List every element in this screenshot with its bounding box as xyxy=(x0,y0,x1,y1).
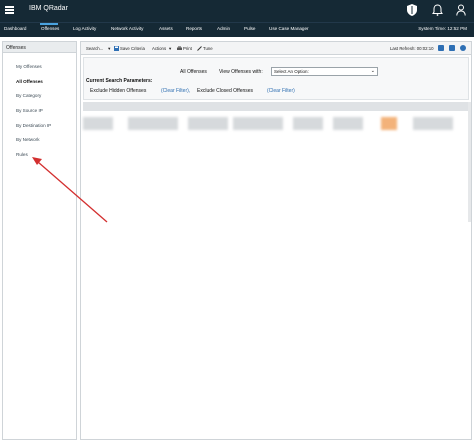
offenses-sidebar: Offenses My Offenses All Offenses By Cat… xyxy=(2,41,77,440)
chevron-down-icon: ▼ xyxy=(168,46,173,51)
sidebar-item-by-category[interactable]: By Category xyxy=(16,93,41,98)
current-search-parameters-label: Current Search Parameters: xyxy=(86,78,153,84)
save-criteria-button[interactable]: Save Criteria xyxy=(114,46,145,51)
exclude-hidden-filter: Exclude Hidden Offenses xyxy=(90,88,147,94)
sidebar-item-by-destination-ip[interactable]: By Destination IP xyxy=(16,123,51,128)
print-button[interactable]: Print xyxy=(177,46,192,51)
search-criteria-panel: All Offenses View Offenses with: Select … xyxy=(83,57,469,100)
last-refresh: Last Refresh: 00:02:10 xyxy=(390,46,434,51)
tab-dashboard[interactable]: Dashboard xyxy=(4,26,26,31)
tab-offenses[interactable]: Offenses xyxy=(41,26,59,31)
save-icon xyxy=(114,46,119,51)
hamburger-icon[interactable] xyxy=(5,6,14,14)
actions-dropdown[interactable]: Actions ▼ xyxy=(152,46,172,51)
tab-reports[interactable]: Reports xyxy=(186,26,202,31)
sidebar-item-by-network[interactable]: By Network xyxy=(16,137,40,142)
table-row[interactable] xyxy=(83,115,469,134)
bell-icon[interactable] xyxy=(430,3,444,17)
clear-filter-link-hidden[interactable]: (Clear Filter), xyxy=(161,88,190,94)
select-value: Select An Option: xyxy=(274,69,309,74)
sidebar-item-all-offenses[interactable]: All Offenses xyxy=(16,79,43,84)
search-dropdown[interactable]: Search... ▼ xyxy=(86,46,111,51)
tune-label: Tune xyxy=(203,46,213,51)
actions-label: Actions xyxy=(152,46,167,51)
toolbar: Search... ▼ Save Criteria Actions ▼ Prin… xyxy=(81,42,471,55)
help-icon[interactable] xyxy=(460,45,466,51)
tab-log-activity[interactable]: Log Activity xyxy=(73,26,96,31)
table-scrollbar[interactable] xyxy=(468,102,471,222)
sidebar-item-rules[interactable]: Rules xyxy=(16,152,28,157)
wrench-icon xyxy=(197,46,202,51)
view-with-label: View Offenses with: xyxy=(219,69,263,75)
tab-use-case-manager[interactable]: Use Case Manager xyxy=(269,26,309,31)
sidebar-title: Offenses xyxy=(3,42,76,53)
exclude-closed-filter: Exclude Closed Offenses xyxy=(197,88,254,94)
chevron-down-icon: ⌄ xyxy=(370,68,375,74)
tab-pulse[interactable]: Pulse xyxy=(244,26,256,31)
print-label: Print xyxy=(183,46,192,51)
clear-filter-link-closed[interactable]: (Clear Filter) xyxy=(267,88,295,94)
qradar-app: IBM QRadar Dashboard Offenses Log Activi… xyxy=(0,0,474,442)
tune-button[interactable]: Tune xyxy=(197,46,213,51)
main-nav: Dashboard Offenses Log Activity Network … xyxy=(0,22,474,37)
app-title: IBM QRadar xyxy=(29,5,68,12)
offenses-main: Search... ▼ Save Criteria Actions ▼ Prin… xyxy=(80,41,472,440)
pause-icon[interactable] xyxy=(438,45,444,51)
system-time: System Time: 12:52 PM xyxy=(418,26,467,31)
tab-assets[interactable]: Assets xyxy=(159,26,173,31)
save-criteria-label: Save Criteria xyxy=(120,46,145,51)
view-offenses-select[interactable]: Select An Option: ⌄ xyxy=(271,67,378,76)
shield-icon[interactable] xyxy=(405,3,419,17)
sidebar-item-by-source-ip[interactable]: By Source IP xyxy=(16,108,43,113)
sidebar-item-my-offenses[interactable]: My Offenses xyxy=(16,64,42,69)
offenses-table-header xyxy=(83,102,469,111)
tab-admin[interactable]: Admin xyxy=(217,26,230,31)
refresh-icon[interactable] xyxy=(449,45,455,51)
user-icon[interactable] xyxy=(454,3,468,17)
search-label: Search... xyxy=(86,46,104,51)
chevron-down-icon: ▼ xyxy=(107,46,112,51)
tab-network-activity[interactable]: Network Activity xyxy=(111,26,143,31)
printer-icon xyxy=(177,46,182,50)
view-title: All Offenses xyxy=(180,69,207,75)
active-tab-indicator xyxy=(40,23,58,25)
top-bar: IBM QRadar xyxy=(0,0,474,22)
